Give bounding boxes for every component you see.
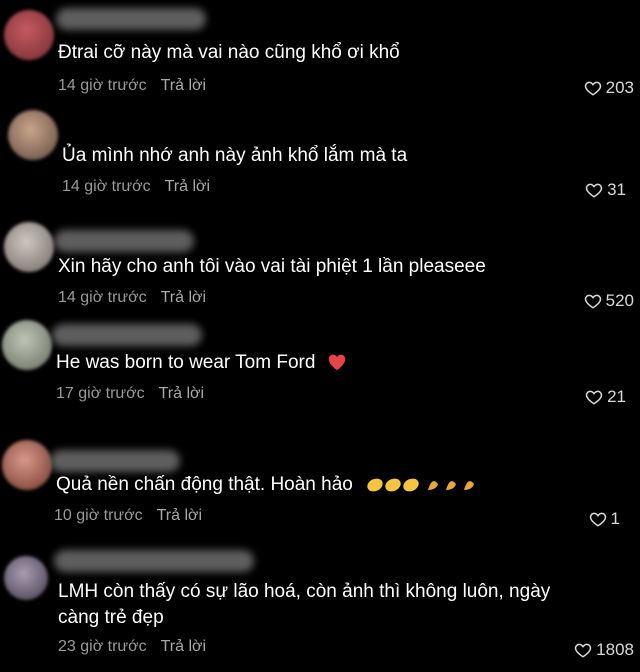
username-blurred[interactable] bbox=[50, 450, 180, 472]
like-count: 1 bbox=[610, 509, 620, 528]
comment-meta: 10 giờ trước Trả lời bbox=[54, 507, 202, 525]
heart-outline-icon bbox=[574, 643, 592, 658]
comment-text: LMH còn thấy có sự lão hoá, còn ảnh thì … bbox=[58, 581, 551, 628]
comment-meta: 23 giờ trước Trả lời bbox=[58, 638, 206, 656]
comment-time: 14 giờ trước bbox=[58, 289, 147, 306]
comment-meta: 17 giờ trước Trả lời bbox=[56, 385, 204, 403]
like-button[interactable]: 203 bbox=[584, 78, 634, 98]
avatar[interactable] bbox=[4, 10, 54, 60]
avatar[interactable] bbox=[2, 320, 52, 370]
comment-meta: 14 giờ trước Trả lời bbox=[58, 289, 206, 307]
comment-text-content: He was born to wear Tom Ford bbox=[56, 352, 316, 373]
avatar[interactable] bbox=[4, 222, 54, 272]
like-button[interactable]: 21 bbox=[585, 387, 626, 407]
username-blurred[interactable] bbox=[56, 8, 206, 30]
heart-outline-icon bbox=[585, 183, 603, 198]
comment-text: Xin hãy cho anh tôi vào vai tài phiệt 1 … bbox=[58, 256, 486, 277]
comment-text-content: Quả nền chấn động thật. Hoàn hảo bbox=[56, 474, 353, 495]
like-button[interactable]: 520 bbox=[584, 291, 634, 311]
username-blurred[interactable] bbox=[54, 230, 194, 252]
heart-outline-icon bbox=[584, 81, 601, 96]
like-button[interactable]: 1808 bbox=[574, 640, 634, 660]
avatar[interactable] bbox=[2, 440, 52, 490]
comment-text: He was born to wear Tom Ford bbox=[56, 350, 347, 379]
username-blurred[interactable] bbox=[52, 324, 202, 346]
reply-button[interactable]: Trả lời bbox=[159, 385, 204, 403]
like-button[interactable]: 1 bbox=[589, 509, 620, 529]
heart-outline-icon bbox=[584, 294, 601, 309]
comment-time: 14 giờ trước bbox=[62, 178, 151, 195]
comment-text: Đtrai cỡ này mà vai nào cũng khổ ơi khổ bbox=[58, 42, 400, 63]
like-button[interactable]: 31 bbox=[585, 180, 626, 200]
reply-button[interactable]: Trả lời bbox=[161, 289, 206, 307]
comment-time: 23 giờ trước bbox=[58, 638, 147, 655]
comment-meta: 14 giờ trước Trả lời bbox=[58, 77, 206, 95]
heart-outline-icon bbox=[585, 390, 603, 405]
comment-time: 17 giờ trước bbox=[56, 385, 145, 402]
red-heart-emoji-icon bbox=[327, 353, 347, 379]
like-count: 1808 bbox=[596, 640, 634, 659]
like-count: 21 bbox=[607, 387, 626, 406]
heart-outline-icon bbox=[589, 512, 606, 527]
reply-button[interactable]: Trả lời bbox=[165, 178, 210, 196]
avatar[interactable] bbox=[4, 556, 48, 600]
clapping-hands-emoji-icon bbox=[366, 474, 480, 502]
reply-button[interactable]: Trả lời bbox=[161, 77, 206, 95]
comment-text: Quả nền chấn động thật. Hoàn hảo bbox=[56, 472, 480, 502]
reply-button[interactable]: Trả lời bbox=[161, 638, 206, 656]
username-blurred[interactable] bbox=[54, 550, 254, 572]
reply-button[interactable]: Trả lời bbox=[157, 507, 202, 525]
comment-meta: 14 giờ trước Trả lời bbox=[62, 178, 210, 196]
comment-time: 14 giờ trước bbox=[58, 77, 147, 94]
comment-text: Ủa mình nhớ anh này ảnh khổ lắm mà ta bbox=[62, 145, 408, 166]
like-count: 203 bbox=[605, 78, 634, 97]
like-count: 520 bbox=[605, 291, 634, 310]
comment-time: 10 giờ trước bbox=[54, 507, 143, 524]
avatar[interactable] bbox=[8, 110, 58, 160]
like-count: 31 bbox=[607, 180, 626, 199]
